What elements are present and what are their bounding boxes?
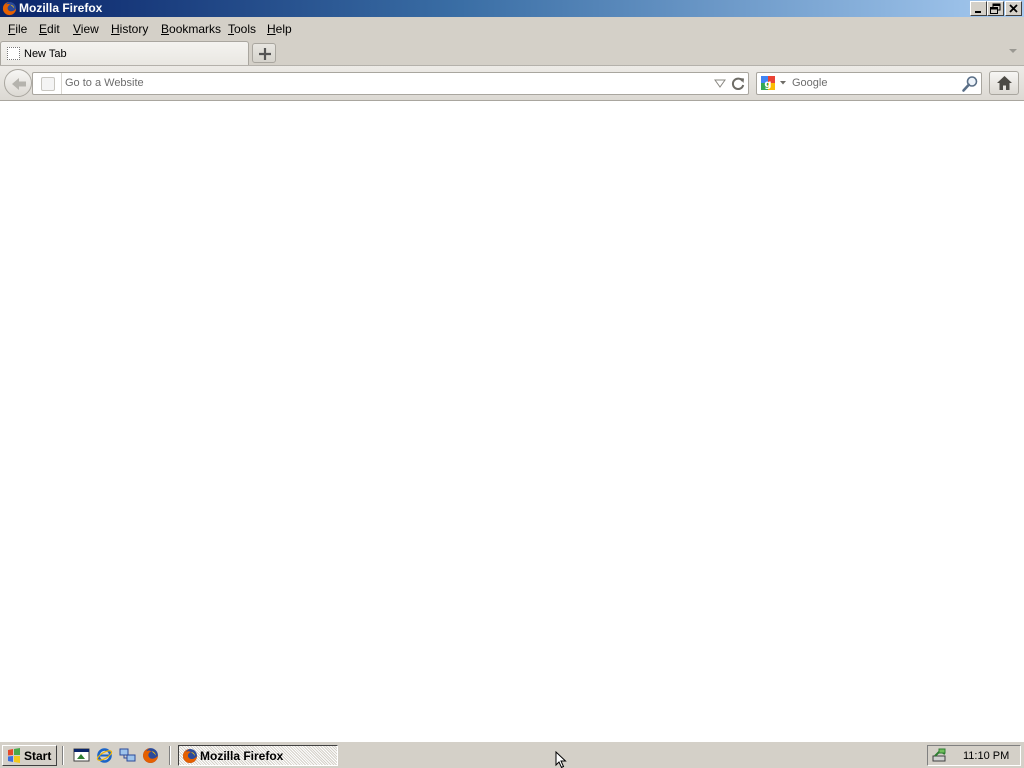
start-button[interactable]: Start	[2, 745, 57, 766]
menu-edit-label: dit	[47, 22, 60, 36]
menu-tools[interactable]: Tools	[228, 22, 256, 36]
network-icon[interactable]	[119, 747, 136, 764]
show-desktop-icon[interactable]	[73, 747, 90, 764]
firefox-icon	[183, 749, 197, 763]
close-icon	[1009, 4, 1018, 13]
url-input[interactable]	[65, 75, 705, 91]
window-title: Mozilla Firefox	[19, 1, 103, 15]
navigation-toolbar: g	[0, 65, 1024, 101]
search-bar[interactable]: g	[756, 72, 982, 95]
tab-new-tab[interactable]: New Tab	[0, 41, 249, 65]
menu-bookmarks-accel: B	[161, 22, 170, 36]
menu-view-label: iew	[80, 22, 99, 36]
reload-icon[interactable]	[730, 76, 746, 92]
menu-edit[interactable]: Edit	[39, 22, 60, 36]
network-connection-icon[interactable]	[931, 748, 949, 764]
url-bar[interactable]	[32, 72, 749, 95]
menu-view-accel: V	[73, 22, 81, 36]
start-label: Start	[24, 749, 52, 763]
menu-file-label: ile	[15, 22, 28, 36]
new-tab-button[interactable]	[252, 43, 276, 63]
menu-help-accel: H	[267, 22, 276, 36]
history-dropdown-icon[interactable]	[714, 79, 726, 89]
menu-file[interactable]: File	[8, 22, 27, 36]
taskbar-button-label: Mozilla Firefox	[200, 749, 284, 763]
menu-help-label: elp	[275, 22, 292, 36]
window-titlebar[interactable]: Mozilla Firefox	[0, 0, 1024, 17]
mouse-pointer-icon	[555, 751, 567, 768]
menu-history-accel: H	[111, 22, 120, 36]
menu-edit-accel: E	[39, 22, 48, 36]
taskbar-separator	[169, 746, 171, 765]
internet-explorer-icon[interactable]	[96, 747, 113, 764]
site-identity-icon[interactable]	[41, 77, 55, 91]
menu-history[interactable]: History	[111, 22, 148, 36]
restore-button[interactable]	[987, 1, 1004, 16]
plus-icon	[259, 48, 271, 60]
clock[interactable]: 11:10 PM	[963, 750, 1009, 762]
close-button[interactable]	[1005, 1, 1022, 16]
taskbar: Start Mozilla Firefox 11:10 PM	[0, 741, 1024, 768]
minimize-button[interactable]	[970, 1, 987, 16]
url-bar-divider	[61, 73, 62, 94]
taskbar-separator	[62, 746, 64, 765]
system-tray: 11:10 PM	[927, 745, 1021, 766]
svg-text:g: g	[764, 79, 771, 90]
menu-bookmarks-label: ookmarks	[169, 22, 222, 36]
restore-icon	[990, 3, 1001, 14]
home-button[interactable]	[989, 71, 1019, 95]
search-input[interactable]	[792, 75, 952, 91]
menu-tools-label: ools	[234, 22, 257, 36]
blank-page-icon	[7, 47, 20, 60]
firefox-icon	[2, 1, 17, 16]
google-icon[interactable]: g	[759, 74, 789, 93]
firefox-icon[interactable]	[142, 747, 159, 764]
search-icon[interactable]	[961, 75, 979, 93]
home-icon	[997, 76, 1012, 90]
windows-logo-icon	[8, 748, 20, 763]
menubar: File Edit View History Bookmarks Tools H…	[0, 17, 1024, 40]
list-all-tabs-button[interactable]	[1008, 46, 1018, 56]
minimize-icon	[975, 11, 981, 13]
menu-help[interactable]: Help	[267, 22, 292, 36]
menu-history-label: istory	[119, 22, 149, 36]
tab-strip: New Tab	[0, 40, 1024, 65]
taskbar-button-firefox[interactable]: Mozilla Firefox	[178, 745, 338, 766]
back-arrow-icon	[12, 78, 26, 90]
back-button[interactable]	[4, 69, 32, 97]
page-content-area[interactable]	[0, 101, 1024, 741]
menu-view[interactable]: View	[73, 22, 99, 36]
menu-bookmarks[interactable]: Bookmarks	[161, 22, 221, 36]
tab-label: New Tab	[24, 48, 67, 60]
